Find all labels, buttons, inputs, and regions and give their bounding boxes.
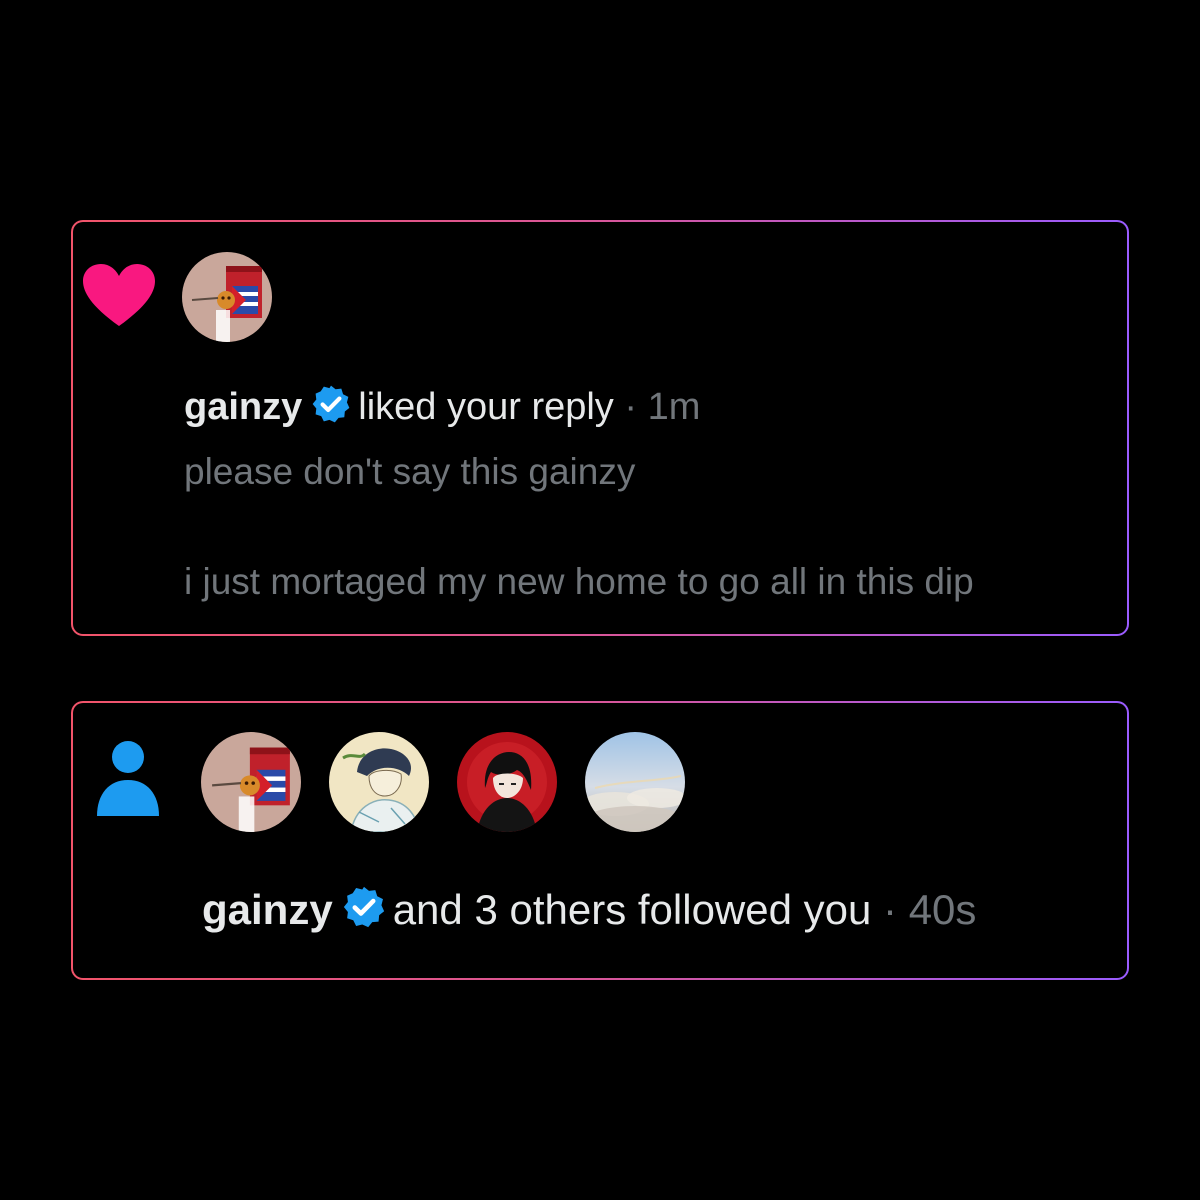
user-name-link[interactable]: gainzy — [184, 386, 302, 428]
user-name-link[interactable]: gainzy — [202, 886, 333, 933]
reply-text-line-2: i just mortaged my new home to go all in… — [184, 561, 974, 602]
separator-dot: · — [883, 886, 898, 933]
follow-notification-card[interactable]: gainzy and 3 others followed you · 40s — [71, 701, 1129, 980]
avatar-gainzy[interactable] — [201, 732, 301, 832]
avatar-gainzy[interactable] — [182, 252, 272, 342]
follow-notification-body: gainzy and 3 others followed you · 40s — [73, 703, 1127, 978]
separator-dot: · — [624, 386, 638, 428]
like-notification-line: gainzy liked your reply · 1m — [184, 383, 700, 429]
timestamp: 1m — [647, 386, 701, 428]
notification-action: liked your reply — [358, 386, 614, 428]
heart-icon — [83, 264, 155, 326]
like-notification-card[interactable]: gainzy liked your reply · 1m please don'… — [71, 220, 1129, 636]
verified-badge-icon — [343, 886, 384, 928]
reply-text-line-1: please don't say this gainzy — [184, 451, 636, 492]
avatar-follower-3[interactable] — [457, 732, 557, 832]
avatar-follower-2[interactable] — [329, 732, 429, 832]
timestamp: 40s — [908, 886, 977, 933]
notification-action: and 3 others followed you — [392, 886, 872, 933]
avatar-follower-4[interactable] — [585, 732, 685, 832]
follow-notification-line: gainzy and 3 others followed you · 40s — [202, 884, 976, 934]
person-icon — [97, 741, 159, 816]
like-notification-body: gainzy liked your reply · 1m please don'… — [73, 222, 1127, 634]
verified-badge-icon — [312, 385, 350, 423]
